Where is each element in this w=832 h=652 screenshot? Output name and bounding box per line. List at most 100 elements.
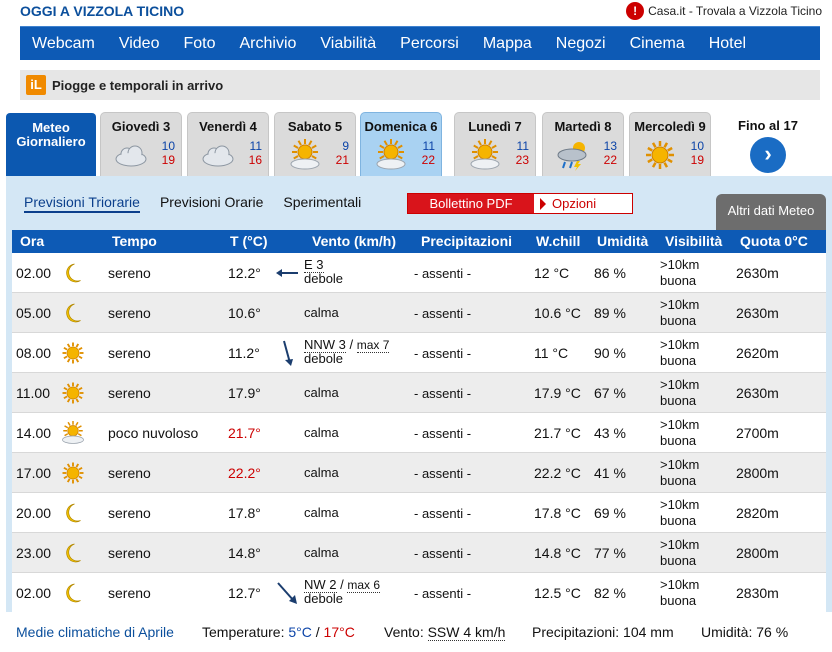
day-tab-min: 9 xyxy=(342,139,349,153)
header-visibilita: Visibilità xyxy=(665,233,723,249)
site-title[interactable]: OGGI A VIZZOLA TICINO xyxy=(20,3,184,19)
visibilita-value: >10km xyxy=(660,577,700,592)
wchill-cell: 11 °C xyxy=(534,345,569,361)
visibilita-value: >10km xyxy=(660,297,700,312)
tempo-cell: sereno xyxy=(108,305,151,321)
nav-viabilita[interactable]: Viabilità xyxy=(308,27,388,61)
opzioni-button[interactable]: Opzioni xyxy=(534,194,632,213)
tab-sperimentali[interactable]: Sperimentali xyxy=(283,194,361,213)
day-tab[interactable]: Mercoledì 9 10 19 xyxy=(629,112,711,176)
nav-foto[interactable]: Foto xyxy=(171,27,227,61)
temperatura-cell: 17.9° xyxy=(228,385,261,401)
vento-desc: debole xyxy=(304,351,344,366)
day-tab[interactable]: Giovedì 3 10 19 xyxy=(100,112,182,176)
sun-icon xyxy=(58,339,88,367)
day-tab-min: 10 xyxy=(161,139,175,153)
vento-direction: calma xyxy=(304,465,339,480)
day-tab[interactable]: Martedì 8 13 22 xyxy=(542,112,624,176)
vento-cell: calma xyxy=(304,426,339,440)
quota-cell: 2630m xyxy=(736,305,779,321)
visibilita-desc: buona xyxy=(660,353,697,368)
fino-al-17[interactable]: Fino al 17 › xyxy=(728,112,808,176)
header-ora: Ora xyxy=(20,233,45,249)
casa-text[interactable]: Casa.it - Trovala a Vizzola Ticino xyxy=(648,4,822,18)
visibilita-value: >10km xyxy=(660,457,700,472)
nav-hotel[interactable]: Hotel xyxy=(697,27,758,61)
temperatura-cell: 14.8° xyxy=(228,545,261,561)
visibilita-cell: >10km buona xyxy=(660,417,699,449)
wind-arrow-icon xyxy=(274,579,302,607)
day-tab-min: 11 xyxy=(422,139,435,153)
subtabs: Previsioni Triorarie Previsioni Orarie S… xyxy=(24,194,361,213)
day-tab[interactable]: Lunedì 7 11 23 xyxy=(454,112,536,176)
sun-cloud-icon xyxy=(371,139,411,171)
forecast-panel: Previsioni Triorarie Previsioni Orarie S… xyxy=(6,176,832,652)
temperatura-cell: 21.7° xyxy=(228,425,261,441)
header-temperatura: T (°C) xyxy=(230,233,268,249)
moon-icon xyxy=(58,499,88,527)
wchill-cell: 21.7 °C xyxy=(534,425,581,441)
alert-bar[interactable]: iL Piogge e temporali in arrivo xyxy=(20,70,820,100)
visibilita-cell: >10km buona xyxy=(660,457,699,489)
triangle-right-icon xyxy=(540,197,546,210)
day-tab[interactable]: Venerdì 4 11 16 xyxy=(187,112,269,176)
visibilita-cell: >10km buona xyxy=(660,577,699,609)
footer-prec-value: 104 mm xyxy=(623,624,674,640)
header-wchill: W.chill xyxy=(536,233,581,249)
quota-cell: 2620m xyxy=(736,345,779,361)
vento-cell: NNW 3 / max 7 debole xyxy=(304,337,390,366)
nav-archivio[interactable]: Archivio xyxy=(228,27,309,61)
altri-dati-meteo-button[interactable]: Altri dati Meteo xyxy=(716,194,826,232)
nav-percorsi[interactable]: Percorsi xyxy=(388,27,471,61)
visibilita-desc: buona xyxy=(660,313,697,328)
precipitazioni-cell: - assenti - xyxy=(414,546,472,561)
sun-cloud-icon xyxy=(465,139,505,171)
vento-desc: debole xyxy=(304,591,344,606)
nav-video[interactable]: Video xyxy=(107,27,172,61)
nav-mappa[interactable]: Mappa xyxy=(471,27,544,61)
tempo-cell: sereno xyxy=(108,345,151,361)
alert-text[interactable]: Piogge e temporali in arrivo xyxy=(52,78,223,93)
bollettino-pdf-button[interactable]: Bollettino PDF xyxy=(408,194,534,213)
vento-max[interactable]: max 7 xyxy=(356,338,390,353)
tab-meteo-giornaliero[interactable]: Meteo Giornaliero xyxy=(6,113,96,176)
tab-previsioni-triorarie[interactable]: Previsioni Triorarie xyxy=(24,194,140,213)
vento-direction: calma xyxy=(304,385,339,400)
ora-cell: 05.00 xyxy=(16,305,52,321)
umidita-cell: 89 % xyxy=(594,305,626,321)
footer-umidita: Umidità: 76 % xyxy=(701,624,788,640)
quota-cell: 2830m xyxy=(736,585,779,601)
footer-temperature: Temperature: 5°C / 17°C xyxy=(202,624,355,640)
wchill-cell: 14.8 °C xyxy=(534,545,581,561)
visibilita-desc: buona xyxy=(660,473,697,488)
temperatura-cell: 22.2° xyxy=(228,465,261,481)
tab-previsioni-orarie[interactable]: Previsioni Orarie xyxy=(160,194,263,213)
day-tab[interactable]: Sabato 5 9 21 xyxy=(274,112,356,176)
ora-cell: 17.00 xyxy=(16,465,52,481)
precipitazioni-cell: - assenti - xyxy=(414,306,472,321)
precipitazioni-cell: - assenti - xyxy=(414,426,472,441)
nav-negozi[interactable]: Negozi xyxy=(544,27,618,61)
wchill-cell: 10.6 °C xyxy=(534,305,581,321)
tab-giornaliero-line2: Giornaliero xyxy=(16,134,86,149)
forecast-table: Ora Tempo T (°C) Vento (km/h) Precipitaz… xyxy=(12,230,826,613)
vento-direction: calma xyxy=(304,425,339,440)
next-arrow-icon[interactable]: › xyxy=(750,137,786,173)
nav-webcam[interactable]: Webcam xyxy=(20,27,107,61)
day-tab-name: Venerdì 4 xyxy=(199,119,257,134)
casa-link[interactable]: ! Casa.it - Trovala a Vizzola Ticino xyxy=(626,2,822,20)
nav-cinema[interactable]: Cinema xyxy=(618,27,697,61)
day-tab-max: 21 xyxy=(335,153,349,167)
precipitazioni-cell: - assenti - xyxy=(414,386,472,401)
umidita-cell: 90 % xyxy=(594,345,626,361)
table-row: 08.00 sereno 11.2° NNW 3 / max 7 debole … xyxy=(12,333,826,373)
visibilita-desc: buona xyxy=(660,593,697,608)
temperatura-cell: 11.2° xyxy=(228,345,260,361)
ora-cell: 11.00 xyxy=(16,385,50,401)
day-tab[interactable]: Domenica 6 11 22 xyxy=(360,112,442,176)
precipitazioni-cell: - assenti - xyxy=(414,346,472,361)
visibilita-value: >10km xyxy=(660,417,700,432)
vento-max[interactable]: max 6 xyxy=(347,578,381,593)
climate-footer: Medie climatiche di Aprile Temperature: … xyxy=(6,612,832,652)
medie-climatiche-link[interactable]: Medie climatiche di Aprile xyxy=(16,624,174,640)
